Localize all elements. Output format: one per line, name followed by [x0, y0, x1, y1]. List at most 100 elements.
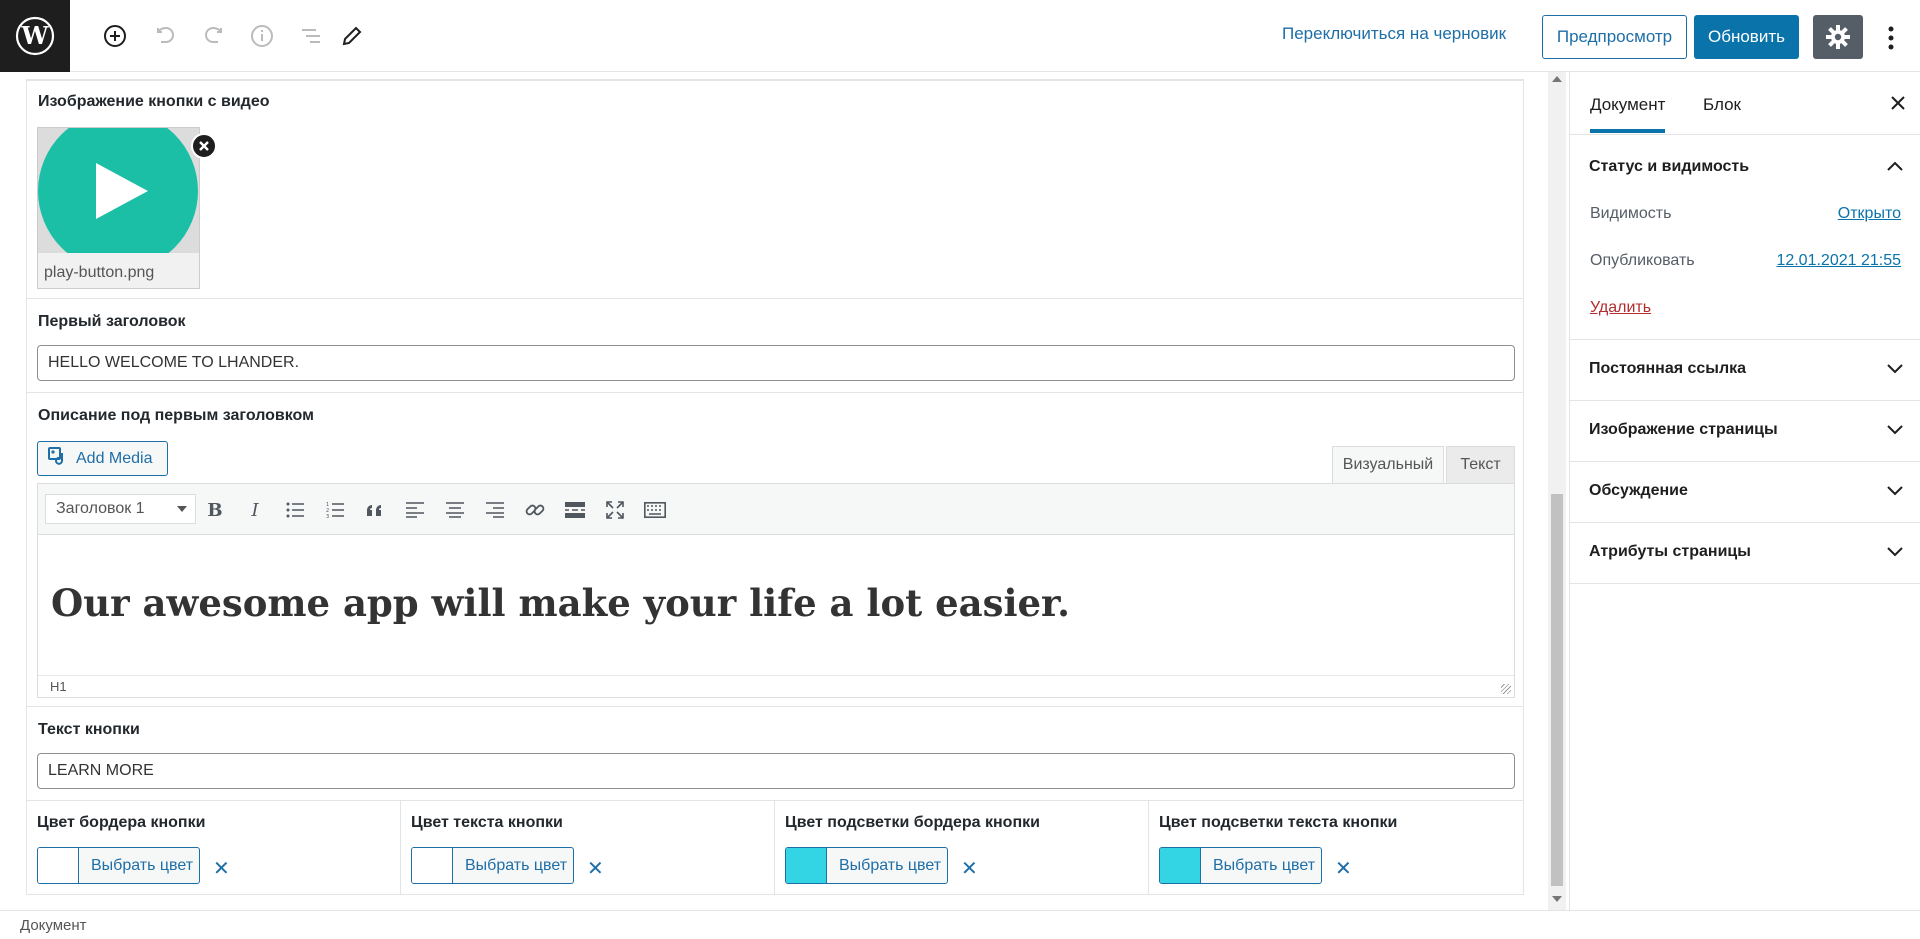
panel-discussion[interactable]: Обсуждение: [1570, 462, 1920, 523]
italic-icon[interactable]: I: [241, 496, 269, 524]
remove-image-icon[interactable]: [191, 133, 217, 159]
field-first-heading: Первый заголовок HELLO WELCOME TO LHANDE…: [27, 299, 1523, 393]
color-label: Цвет подсветки текста кнопки: [1159, 814, 1398, 831]
status-path-tag[interactable]: H1: [50, 679, 67, 694]
clear-color-icon[interactable]: ✕: [1335, 856, 1352, 881]
svg-text:3: 3: [326, 514, 329, 518]
settings-sidebar: Документ Блок Статус и видимость Видимос…: [1569, 72, 1920, 910]
editor-toolbar-row: Заголовок 1 B I 123: [38, 484, 1514, 535]
custom-fields-panel: Изображение кнопки с видео play-button.p…: [26, 80, 1524, 895]
color-field-border: Цвет бордера кнопки Выбрать цвет ✕: [27, 801, 401, 894]
fullscreen-icon[interactable]: [601, 496, 629, 524]
color-swatch: [38, 848, 79, 883]
preview-button[interactable]: Предпросмотр: [1542, 15, 1687, 59]
block-navigation-icon[interactable]: [297, 22, 325, 50]
panel-status-visibility: Статус и видимость Видимость Открыто Опу…: [1570, 135, 1920, 340]
tools-pencil-icon[interactable]: [338, 22, 366, 50]
switch-to-draft-link[interactable]: Переключиться на черновик: [1282, 24, 1506, 44]
settings-gear-button[interactable]: [1813, 15, 1863, 59]
editor-footer: Документ: [0, 910, 1920, 939]
visibility-value-link[interactable]: Открыто: [1838, 205, 1901, 223]
add-block-icon[interactable]: [101, 22, 129, 50]
close-icon[interactable]: [1887, 92, 1909, 114]
chevron-down-icon[interactable]: [1886, 543, 1904, 561]
bold-icon[interactable]: B: [201, 496, 229, 524]
pick-color-button[interactable]: Выбрать цвет: [785, 847, 948, 884]
panel-title[interactable]: Атрибуты страницы: [1589, 543, 1751, 561]
pick-color-button[interactable]: Выбрать цвет: [1159, 847, 1322, 884]
image-thumbnail[interactable]: play-button.png: [37, 127, 200, 289]
resize-handle-icon[interactable]: [1501, 684, 1511, 694]
editor-toolbar: W Переключиться на черновик Предпросмотр…: [0, 0, 1920, 72]
sidebar-tabs: Документ Блок: [1570, 72, 1920, 135]
add-media-button[interactable]: Add Media: [37, 441, 168, 476]
chevron-up-icon[interactable]: [1886, 157, 1904, 175]
scrollbar-thumb[interactable]: [1551, 494, 1563, 886]
panel-title[interactable]: Изображение страницы: [1589, 421, 1778, 439]
clear-color-icon[interactable]: ✕: [961, 856, 978, 881]
bullet-list-icon[interactable]: [281, 496, 309, 524]
panel-page-attributes[interactable]: Атрибуты страницы: [1570, 523, 1920, 584]
panel-permalink[interactable]: Постоянная ссылка: [1570, 340, 1920, 401]
editor-content-area: Изображение кнопки с видео play-button.p…: [0, 72, 1568, 910]
color-field-text-hover: Цвет подсветки текста кнопки Выбрать цве…: [1149, 801, 1523, 894]
numbered-list-icon[interactable]: 123: [321, 496, 349, 524]
tab-visual[interactable]: Визуальный: [1332, 446, 1444, 483]
panel-featured-image[interactable]: Изображение страницы: [1570, 401, 1920, 462]
color-field-border-hover: Цвет подсветки бордера кнопки Выбрать цв…: [775, 801, 1149, 894]
wordpress-logo-icon[interactable]: W: [0, 0, 70, 72]
color-swatch: [786, 848, 827, 883]
gear-icon: [1826, 25, 1850, 49]
toolbar-toggle-keyboard-icon[interactable]: [641, 496, 669, 524]
clear-color-icon[interactable]: ✕: [587, 856, 604, 881]
field-label: Изображение кнопки с видео: [38, 93, 270, 110]
color-swatch: [412, 848, 453, 883]
editor-scrollbar[interactable]: [1548, 72, 1566, 910]
tab-text[interactable]: Текст: [1446, 446, 1515, 483]
insert-link-icon[interactable]: [521, 496, 549, 524]
format-select[interactable]: Заголовок 1: [45, 494, 196, 524]
read-more-icon[interactable]: [561, 496, 589, 524]
color-swatch: [1160, 848, 1201, 883]
button-text-input[interactable]: LEARN MORE: [37, 753, 1515, 789]
undo-icon[interactable]: [151, 22, 179, 50]
pick-color-label: Выбрать цвет: [1213, 856, 1316, 874]
more-options-icon[interactable]: [1876, 18, 1906, 58]
scroll-down-arrow-icon[interactable]: [1552, 896, 1562, 902]
align-left-icon[interactable]: [401, 496, 429, 524]
chevron-down-icon[interactable]: [1886, 360, 1904, 378]
tab-block[interactable]: Блок: [1703, 95, 1741, 115]
blockquote-icon[interactable]: [361, 496, 389, 524]
panel-title[interactable]: Обсуждение: [1589, 482, 1688, 500]
meta-box-top-border: [26, 72, 1524, 80]
chevron-down-icon[interactable]: [1886, 482, 1904, 500]
align-right-icon[interactable]: [481, 496, 509, 524]
chevron-down-icon[interactable]: [1886, 421, 1904, 439]
update-button[interactable]: Обновить: [1694, 15, 1799, 59]
visibility-label: Видимость: [1590, 205, 1672, 222]
editor-status-path: H1: [38, 675, 1514, 697]
field-video-button-image: Изображение кнопки с видео play-button.p…: [27, 81, 1523, 299]
field-label: Описание под первым заголовком: [38, 407, 314, 424]
clear-color-icon[interactable]: ✕: [213, 856, 230, 881]
align-center-icon[interactable]: [441, 496, 469, 524]
pick-color-button[interactable]: Выбрать цвет: [411, 847, 574, 884]
breadcrumb[interactable]: Документ: [20, 917, 87, 934]
field-first-heading-description: Описание под первым заголовком Add Media…: [27, 393, 1523, 707]
pick-color-button[interactable]: Выбрать цвет: [37, 847, 200, 884]
add-media-label: Add Media: [76, 449, 153, 467]
editor-content[interactable]: Our awesome app will make your life a lo…: [38, 535, 1514, 675]
tab-document[interactable]: Документ: [1590, 95, 1666, 133]
info-icon[interactable]: [248, 22, 276, 50]
panel-title[interactable]: Статус и видимость: [1589, 158, 1749, 176]
panel-title[interactable]: Постоянная ссылка: [1589, 360, 1746, 378]
delete-link[interactable]: Удалить: [1590, 299, 1651, 317]
svg-text:W: W: [21, 21, 50, 50]
editor-heading-text[interactable]: Our awesome app will make your life a lo…: [51, 581, 1070, 625]
scroll-up-arrow-icon[interactable]: [1552, 76, 1562, 82]
redo-icon[interactable]: [200, 22, 228, 50]
first-heading-input[interactable]: HELLO WELCOME TO LHANDER.: [37, 345, 1515, 381]
field-label: Текст кнопки: [38, 721, 140, 738]
publish-date-link[interactable]: 12.01.2021 21:55: [1776, 252, 1901, 270]
field-label: Первый заголовок: [38, 313, 186, 330]
